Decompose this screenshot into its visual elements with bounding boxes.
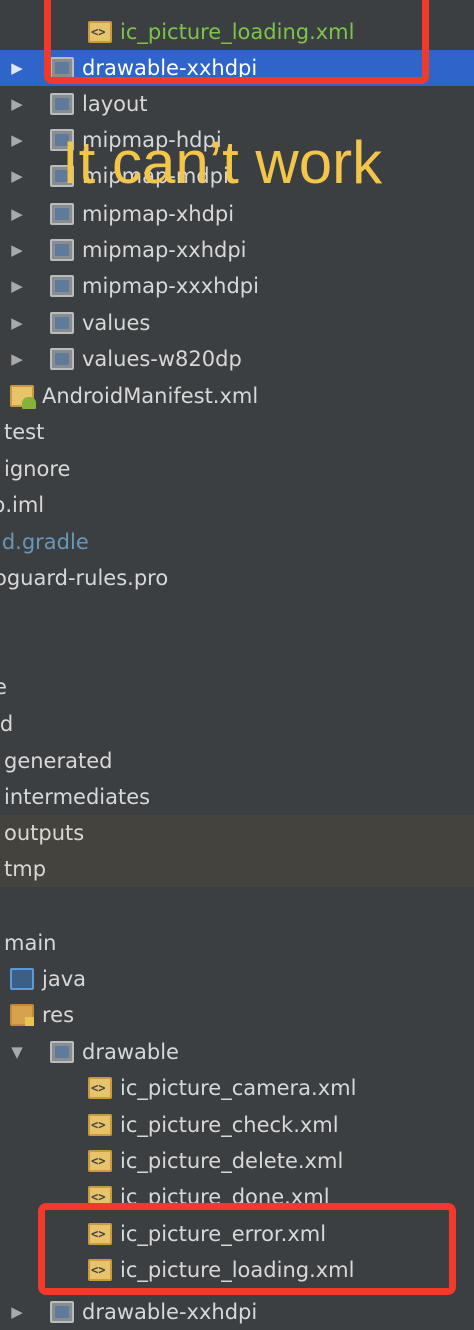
tree-row-mipmap-xxxhdpi[interactable]: ▶ mipmap-xxxhdpi xyxy=(0,268,474,304)
android-manifest-icon xyxy=(10,385,36,409)
folder-label: intermediates xyxy=(4,785,151,809)
chevron-right-icon[interactable]: ▶ xyxy=(8,158,26,194)
tree-row-layout[interactable]: ▶ layout xyxy=(0,86,474,122)
chevron-right-icon[interactable]: ▶ xyxy=(8,305,26,341)
folder-label: generated xyxy=(4,749,113,773)
file-label: ic_picture_camera.xml xyxy=(120,1076,357,1100)
tree-row-drawable[interactable]: ▼ drawable xyxy=(0,1034,474,1070)
folder-label: outputs xyxy=(4,821,85,845)
tree-row-iml[interactable]: p.iml xyxy=(0,487,474,523)
xml-file-icon xyxy=(88,1150,112,1172)
folder-icon xyxy=(50,1041,74,1063)
tree-row-cut-bottom[interactable]: ▶ drawable-xxhdpi xyxy=(0,1294,474,1330)
folder-label: drawable-xxhdpi xyxy=(82,1300,258,1324)
tree-row-tmp[interactable]: tmp xyxy=(0,851,474,887)
tree-row-values[interactable]: ▶ values xyxy=(0,305,474,341)
folder-label: values xyxy=(82,311,151,335)
chevron-down-icon[interactable]: ▼ xyxy=(8,1034,26,1070)
source-folder-icon xyxy=(10,968,34,990)
tree-row-values-w820dp[interactable]: ▶ values-w820dp xyxy=(0,341,474,377)
tree-row-check[interactable]: ic_picture_check.xml xyxy=(0,1107,474,1143)
folder-icon xyxy=(50,312,74,334)
tree-row-java[interactable]: java xyxy=(0,961,474,997)
chevron-right-icon[interactable]: ▶ xyxy=(8,268,26,304)
folder-label: drawable xyxy=(82,1040,179,1064)
xml-file-icon xyxy=(88,1114,112,1136)
folder-label: values-w820dp xyxy=(82,347,242,371)
folder-label: mipmap-xxhdpi xyxy=(82,238,247,262)
chevron-right-icon[interactable]: ▶ xyxy=(8,122,26,158)
folder-label: java xyxy=(42,967,86,991)
file-label: AndroidManifest.xml xyxy=(42,384,259,408)
folder-label: mipmap-xhdpi xyxy=(82,202,235,226)
annotation-text: It can’t work xyxy=(62,129,383,196)
tree-row-camera[interactable]: ic_picture_camera.xml xyxy=(0,1070,474,1106)
folder-icon xyxy=(50,1301,74,1323)
tree-row-mipmap-xxhdpi[interactable]: ▶ mipmap-xxhdpi xyxy=(0,232,474,268)
tree-row-main[interactable]: main xyxy=(0,925,474,961)
highlight-box-bottom xyxy=(38,1203,456,1295)
folder-icon xyxy=(50,239,74,261)
tree-row-gitignore[interactable]: ignore xyxy=(0,451,474,487)
tree-row-e[interactable]: e xyxy=(0,669,474,705)
folder-label: e xyxy=(0,675,7,699)
tree-row-build-gradle[interactable]: ld.gradle xyxy=(0,524,474,560)
file-label: ic_picture_delete.xml xyxy=(120,1149,344,1173)
folder-icon xyxy=(50,203,74,225)
tree-row-intermediates[interactable]: intermediates xyxy=(0,779,474,815)
chevron-right-icon[interactable]: ▶ xyxy=(8,341,26,377)
file-label: ic_picture_check.xml xyxy=(120,1113,339,1137)
file-label: p.iml xyxy=(0,493,45,517)
tree-row-proguard[interactable]: oguard-rules.pro xyxy=(0,560,474,596)
folder-label: test xyxy=(4,420,45,444)
resource-folder-icon xyxy=(10,1004,34,1026)
chevron-right-icon[interactable]: ▶ xyxy=(8,1294,26,1330)
file-label: ld.gradle xyxy=(0,530,89,554)
folder-label: layout xyxy=(82,92,148,116)
tree-row-ld[interactable]: ld xyxy=(0,706,474,742)
folder-label: mipmap-xxxhdpi xyxy=(82,274,259,298)
folder-icon xyxy=(50,275,74,297)
folder-icon xyxy=(50,93,74,115)
folder-label: tmp xyxy=(4,857,47,881)
chevron-right-icon[interactable]: ▶ xyxy=(8,196,26,232)
tree-row-mipmap-xhdpi[interactable]: ▶ mipmap-xhdpi xyxy=(0,196,474,232)
tree-row-generated[interactable]: generated xyxy=(0,743,474,779)
chevron-right-icon[interactable]: ▶ xyxy=(8,50,26,86)
file-label: ignore xyxy=(4,457,71,481)
folder-icon xyxy=(50,348,74,370)
tree-row-outputs[interactable]: outputs xyxy=(0,815,474,851)
folder-label: ld xyxy=(0,712,14,736)
folder-label: main xyxy=(4,931,57,955)
tree-row-test[interactable]: test xyxy=(0,414,474,450)
chevron-right-icon[interactable]: ▶ xyxy=(8,232,26,268)
chevron-right-icon[interactable]: ▶ xyxy=(8,86,26,122)
file-label: oguard-rules.pro xyxy=(0,566,169,590)
highlight-box-top xyxy=(44,0,429,84)
xml-file-icon xyxy=(88,1077,112,1099)
tree-row-res[interactable]: res xyxy=(0,997,474,1033)
folder-label: res xyxy=(42,1003,75,1027)
tree-row-delete[interactable]: ic_picture_delete.xml xyxy=(0,1143,474,1179)
tree-row-manifest[interactable]: AndroidManifest.xml xyxy=(0,378,474,414)
